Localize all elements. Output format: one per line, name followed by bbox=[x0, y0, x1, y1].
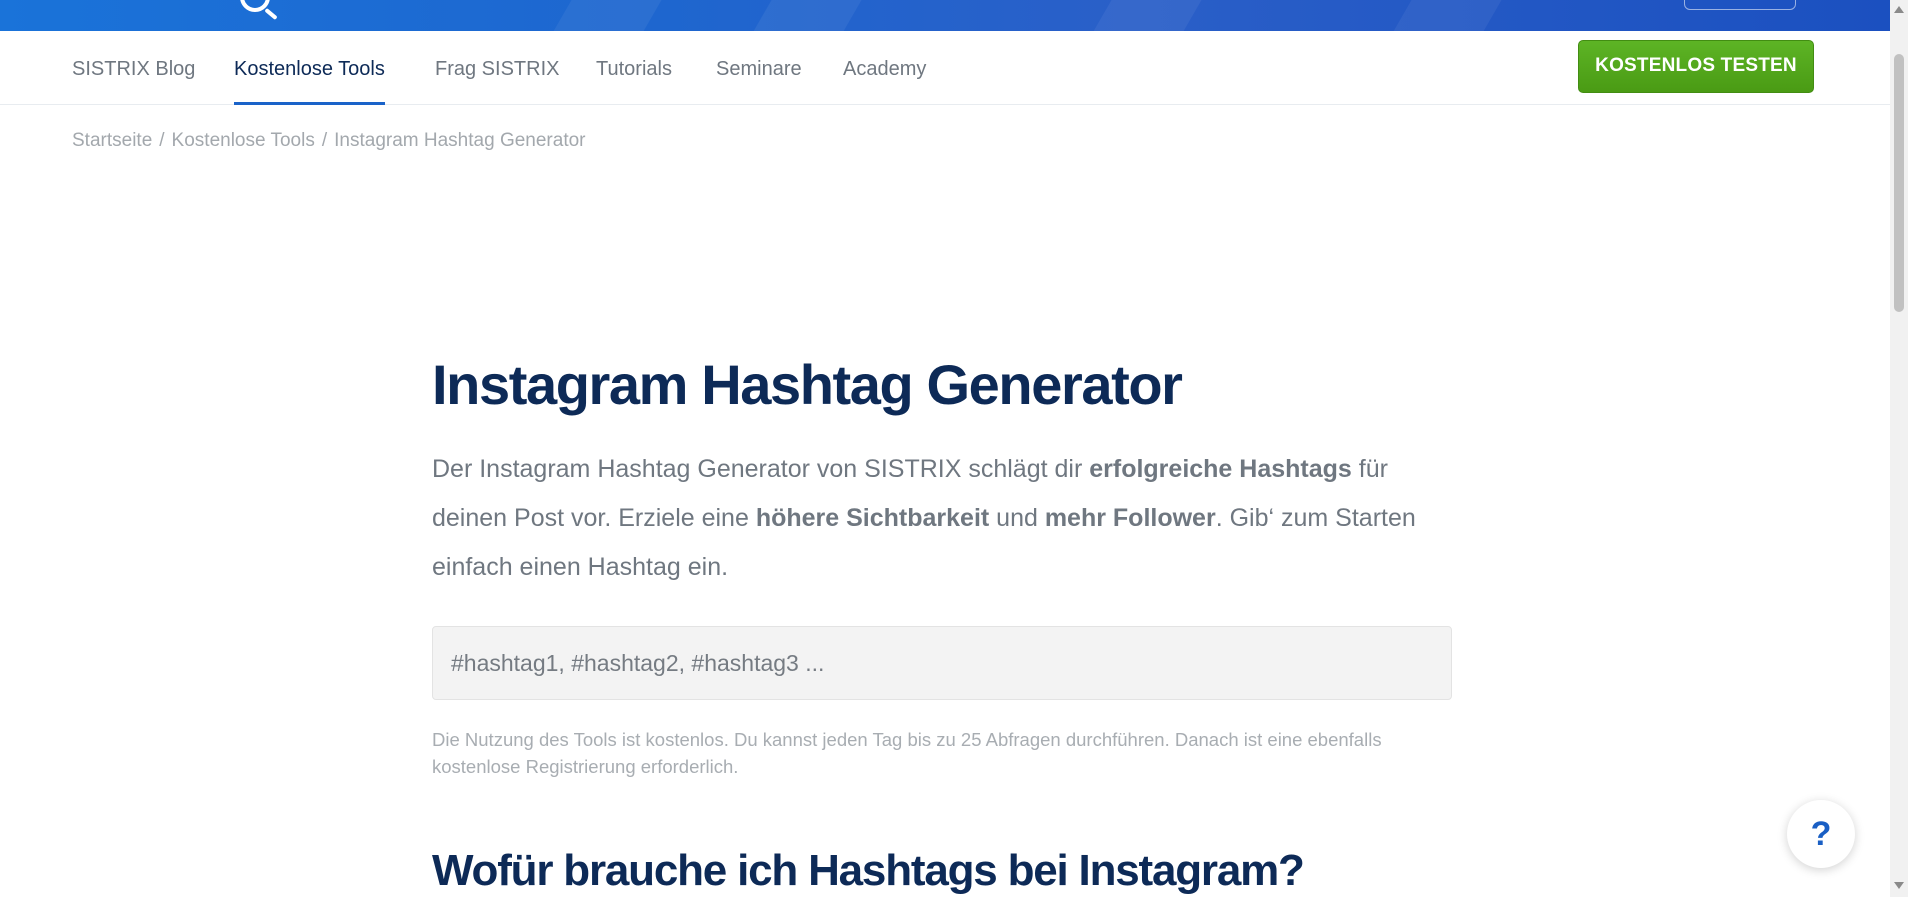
hashtag-input[interactable] bbox=[432, 626, 1452, 700]
free-trial-button[interactable]: KOSTENLOS TESTEN bbox=[1578, 40, 1814, 93]
intro-text: und bbox=[989, 504, 1045, 532]
header-decoration bbox=[525, 0, 685, 31]
main-navigation: SISTRIX Blog Kostenlose Tools Frag SISTR… bbox=[0, 31, 1890, 105]
intro-highlight: höhere Sichtbarkeit bbox=[755, 504, 990, 532]
nav-item-tutorials[interactable]: Tutorials bbox=[596, 31, 672, 104]
breadcrumb-item-tools[interactable]: Kostenlose Tools bbox=[172, 130, 315, 151]
nav-item-academy[interactable]: Academy bbox=[843, 31, 926, 104]
scroll-up-arrow-icon[interactable] bbox=[1894, 6, 1904, 13]
nav-item-seminare[interactable]: Seminare bbox=[716, 31, 802, 104]
page-title: Instagram Hashtag Generator bbox=[432, 353, 1183, 416]
nav-item-frag-sistrix[interactable]: Frag SISTRIX bbox=[435, 31, 559, 104]
question-mark-icon: ? bbox=[1810, 815, 1832, 853]
header-decoration bbox=[1065, 0, 1225, 31]
site-header bbox=[0, 0, 1890, 31]
breadcrumb: Startseite / Kostenlose Tools / Instagram Ha… bbox=[72, 130, 586, 152]
intro-paragraph: Der Instagram Hashtag Generator von SIST… bbox=[432, 445, 1452, 592]
intro-text: Der Instagram Hashtag Generator von SIST… bbox=[432, 455, 1090, 483]
search-icon[interactable] bbox=[240, 0, 270, 12]
scroll-down-arrow-icon[interactable] bbox=[1894, 882, 1904, 889]
page: SISTRIX Blog Kostenlose Tools Frag SISTR… bbox=[0, 0, 1908, 897]
section-heading: Wofür brauche ich Hashtags bei Instagram… bbox=[432, 846, 1305, 895]
scrollbar[interactable] bbox=[1890, 0, 1908, 897]
breadcrumb-item-home[interactable]: Startseite bbox=[72, 130, 152, 151]
intro-highlight: erfolgreiche Hashtags bbox=[1089, 455, 1352, 483]
breadcrumb-separator: / bbox=[159, 130, 165, 151]
breadcrumb-item-current: Instagram Hashtag Generator bbox=[334, 130, 586, 151]
usage-note: Die Nutzung des Tools ist kostenlos. Du … bbox=[432, 729, 1382, 777]
header-decoration bbox=[725, 0, 885, 31]
nav-item-kostenlose-tools[interactable]: Kostenlose Tools bbox=[234, 31, 385, 105]
intro-highlight: mehr Follower bbox=[1044, 504, 1216, 532]
help-button[interactable]: ? bbox=[1787, 800, 1855, 868]
scrollbar-thumb[interactable] bbox=[1894, 54, 1904, 312]
nav-item-sistrix-blog[interactable]: SISTRIX Blog bbox=[72, 31, 195, 104]
header-decoration bbox=[1365, 0, 1525, 31]
header-login-button[interactable] bbox=[1684, 0, 1796, 10]
breadcrumb-separator: / bbox=[321, 130, 328, 151]
